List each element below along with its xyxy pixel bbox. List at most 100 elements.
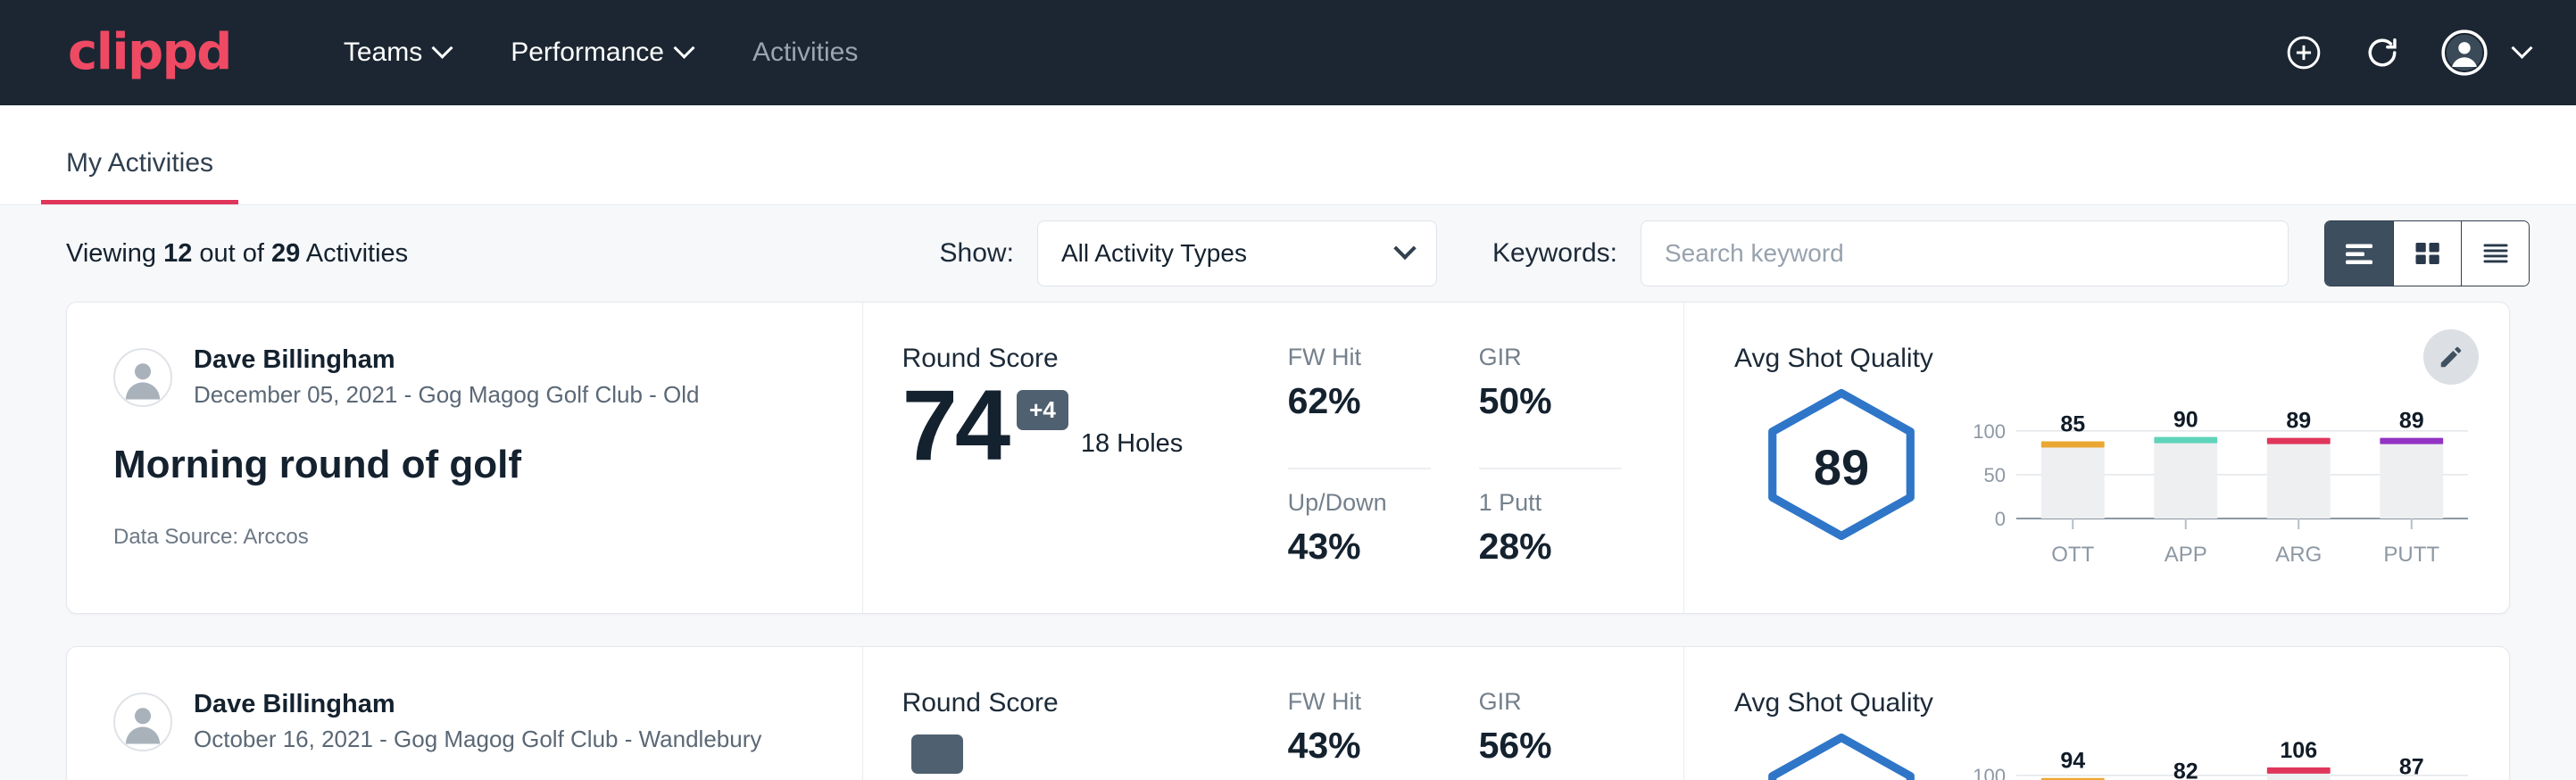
round-score-block: Round Score 74 +4 18 Holes: [902, 344, 1277, 613]
stat-fw-hit-label: FW Hit: [1288, 344, 1431, 371]
quality-hexagon-value: 89: [1759, 386, 1924, 547]
activity-user-name: Dave Billingham: [194, 688, 761, 720]
activity-user-meta: October 16, 2021 - Gog Magog Golf Club -…: [194, 724, 761, 755]
svg-text:APP: APP: [2165, 543, 2207, 567]
stat-fw-hit: FW Hit 62%: [1288, 344, 1431, 469]
show-label: Show:: [940, 238, 1014, 269]
avg-shot-quality-label: Avg Shot Quality: [1734, 688, 2473, 718]
svg-text:89: 89: [2286, 409, 2311, 434]
chevron-down-icon: [673, 37, 694, 58]
activity-type-select-value: All Activity Types: [1061, 239, 1247, 268]
clippd-logo[interactable]: clippd: [68, 28, 231, 78]
compact-view-button[interactable]: [2461, 221, 2529, 286]
grid-view-button[interactable]: [2393, 221, 2461, 286]
avg-shot-quality-body: 89 05010085OTT90APP89ARG89PUTT: [1734, 374, 2473, 581]
shot-quality-bar-chart: 05010085OTT90APP89ARG89PUTT: [1965, 394, 2473, 581]
stat-gir: GIR 56%: [1479, 688, 1622, 780]
stat-up-down-label: Up/Down: [1288, 489, 1431, 517]
stat-gir-label: GIR: [1479, 344, 1622, 371]
activity-user: Dave Billingham October 16, 2021 - Gog M…: [113, 688, 816, 755]
viewing-suffix: Activities: [300, 239, 408, 268]
round-score-column: Round Score FW Hit 43% GIR 56%: [863, 647, 1684, 780]
stat-fw-hit-value: 62%: [1288, 380, 1431, 422]
stat-one-putt-label: 1 Putt: [1479, 489, 1622, 517]
activity-card[interactable]: Dave Billingham December 05, 2021 - Gog …: [66, 302, 2510, 614]
avatar: [113, 348, 172, 407]
filter-controls: Show: All Activity Types Keywords:: [940, 220, 2530, 286]
nav-actions: [2284, 29, 2530, 76]
tab-my-activities[interactable]: My Activities: [41, 148, 238, 204]
tab-my-activities-label: My Activities: [66, 148, 213, 178]
svg-text:106: 106: [2280, 738, 2317, 763]
account-avatar-icon[interactable]: [2441, 29, 2530, 76]
activity-data-source: Data Source: Arccos: [113, 525, 816, 550]
svg-text:89: 89: [2399, 409, 2424, 434]
round-holes: 18 Holes: [1081, 429, 1183, 459]
viewing-total: 29: [271, 239, 300, 268]
stat-gir: GIR 50%: [1479, 344, 1622, 469]
round-score-value: 74: [902, 379, 1009, 471]
top-navigation-bar: clippd Teams Performance Activities: [0, 0, 2576, 105]
svg-text:100: 100: [1973, 420, 2006, 443]
activity-user-text: Dave Billingham December 05, 2021 - Gog …: [194, 344, 700, 411]
stat-one-putt-value: 28%: [1479, 526, 1622, 568]
activity-user-text: Dave Billingham October 16, 2021 - Gog M…: [194, 688, 761, 755]
svg-text:ARG: ARG: [2275, 543, 2322, 567]
nav-item-teams[interactable]: Teams: [313, 37, 480, 68]
svg-text:85: 85: [2060, 412, 2085, 437]
chevron-down-icon: [2511, 37, 2532, 58]
shot-quality-bar-chart: 05010094OTT82APP106ARG87PUTT: [1965, 738, 2473, 780]
add-icon[interactable]: [2284, 33, 2323, 72]
nav-item-activities[interactable]: Activities: [722, 37, 888, 68]
filter-bar: Viewing 12 out of 29 Activities Show: Al…: [0, 205, 2576, 302]
svg-text:50: 50: [1984, 464, 2006, 486]
activity-title: Morning round of golf: [113, 443, 816, 487]
activity-summary-column: Dave Billingham December 05, 2021 - Gog …: [67, 303, 863, 613]
refresh-icon[interactable]: [2363, 33, 2402, 72]
chevron-down-icon: [432, 37, 453, 58]
stat-gir-value: 56%: [1479, 725, 1622, 767]
view-mode-toggle: [2324, 220, 2530, 286]
quality-hexagon-value: [1759, 731, 1924, 780]
chevron-down-icon: [1393, 237, 1416, 260]
viewing-count-text: Viewing 12 out of 29 Activities: [66, 239, 408, 269]
primary-nav: Teams Performance Activities: [313, 37, 888, 68]
svg-text:87: 87: [2399, 755, 2424, 780]
quality-hexagon: [1759, 731, 1924, 780]
nav-item-activities-label: Activities: [752, 37, 858, 68]
activity-type-select[interactable]: All Activity Types: [1037, 220, 1437, 286]
viewing-count: 12: [163, 239, 192, 268]
stat-fw-hit-label: FW Hit: [1288, 688, 1431, 716]
stat-gir-value: 50%: [1479, 380, 1622, 422]
edit-activity-button[interactable]: [2423, 329, 2479, 385]
round-score-value-row: [902, 724, 1277, 774]
nav-item-performance-label: Performance: [511, 37, 664, 68]
round-score-value-row: 74 +4 18 Holes: [902, 379, 1277, 471]
round-score-block: Round Score: [902, 688, 1277, 780]
tab-bar: My Activities: [0, 105, 2576, 205]
activity-user-name: Dave Billingham: [194, 344, 700, 376]
stat-fw-hit: FW Hit 43%: [1288, 688, 1431, 780]
svg-text:90: 90: [2173, 408, 2198, 433]
nav-item-performance[interactable]: Performance: [480, 37, 722, 68]
avg-shot-quality-column: Avg Shot Quality 89 05010085OTT90APP89AR…: [1684, 303, 2509, 613]
viewing-prefix: Viewing: [66, 239, 163, 268]
svg-text:94: 94: [2060, 749, 2085, 774]
avatar: [113, 693, 172, 751]
quality-hexagon: 89: [1759, 386, 1924, 547]
stat-fw-hit-value: 43%: [1288, 725, 1431, 767]
activity-user-meta: December 05, 2021 - Gog Magog Golf Club …: [194, 379, 700, 411]
activity-card[interactable]: Dave Billingham October 16, 2021 - Gog M…: [66, 646, 2510, 780]
stat-gir-label: GIR: [1479, 688, 1622, 716]
activity-summary-column: Dave Billingham October 16, 2021 - Gog M…: [67, 647, 863, 780]
round-score-column: Round Score 74 +4 18 Holes FW Hit 62% GI…: [863, 303, 1684, 613]
round-score-badge: [911, 734, 963, 774]
svg-text:PUTT: PUTT: [2383, 543, 2439, 567]
stat-up-down: Up/Down 43%: [1288, 489, 1431, 613]
avg-shot-quality-label: Avg Shot Quality: [1734, 344, 2473, 374]
search-input[interactable]: [1641, 220, 2289, 286]
keywords-label: Keywords:: [1492, 238, 1617, 269]
list-view-button[interactable]: [2325, 221, 2393, 286]
viewing-mid: out of: [192, 239, 271, 268]
avg-shot-quality-column: Avg Shot Quality 05010094OTT82APP106ARG8…: [1684, 647, 2509, 780]
